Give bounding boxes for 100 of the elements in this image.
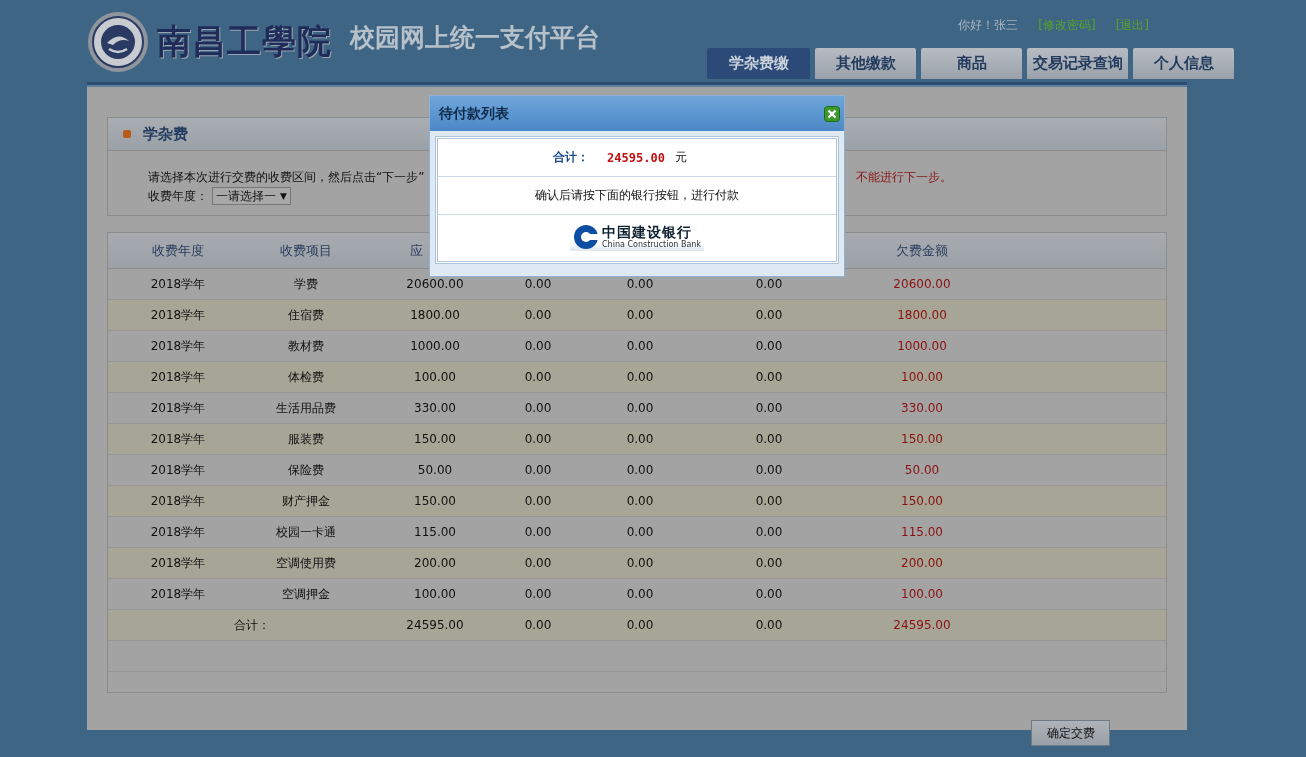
dialog-title: 待付款列表 [439, 104, 509, 123]
instruction-text: 请选择本次进行交费的收费区间，然后点击“下一步” [148, 169, 425, 186]
column-header: 收费年度 [151, 241, 205, 260]
table-cell-text: 2018学年 [149, 461, 207, 479]
table-cell-text: 2018学年 [149, 523, 207, 541]
table-cell-text: 0.00 [754, 524, 784, 541]
table-cell-text: 0.00 [625, 555, 655, 572]
table-cell-text: 0.00 [523, 369, 553, 386]
table-cell-text: 0.00 [523, 338, 553, 355]
table-cell-text: 0.00 [625, 431, 655, 448]
table-cell-text: 24595.00 [405, 617, 465, 634]
table-cell-text: 服装费 [287, 430, 325, 448]
table-cell-text: 0.00 [625, 338, 655, 355]
table-cell-text: 0.00 [625, 400, 655, 417]
table-cell-text: 0.00 [754, 338, 784, 355]
table-cell-text: 0.00 [523, 462, 553, 479]
table-cell-text: 0.00 [523, 617, 553, 634]
emblem-icon [87, 11, 149, 73]
table-cell-text: 150.00 [900, 431, 944, 448]
close-icon[interactable] [824, 105, 840, 122]
platform-title: 校园网上统一支付平台 [350, 21, 600, 54]
table-cell-text: 0.00 [523, 586, 553, 603]
table-cell-text: 0.00 [754, 462, 784, 479]
table-cell-text: 1800.00 [896, 307, 948, 324]
column-header: 应 [409, 241, 424, 260]
dialog-message: 确认后请按下面的银行按钮，进行付款 [535, 187, 739, 204]
school-name: 南昌工學院 [157, 20, 332, 63]
nav-tab[interactable]: 个人信息 [1133, 48, 1234, 79]
table-cell-text: 体检费 [287, 368, 325, 386]
table-cell-text: 0.00 [754, 555, 784, 572]
table-cell-text: 0.00 [523, 555, 553, 572]
nav-tab[interactable]: 交易记录查询 [1027, 48, 1128, 79]
table-cell-text: 0.00 [754, 493, 784, 510]
table-cell-text: 0.00 [523, 431, 553, 448]
table-cell-text: 0.00 [523, 493, 553, 510]
bank-button[interactable]: 中国建设银行 China Construction Bank [570, 223, 704, 251]
table-cell-text: 50.00 [416, 462, 454, 479]
greeting: 你好！张三 [958, 16, 1019, 34]
table-cell-text: 0.00 [625, 493, 655, 510]
year-select[interactable]: 一请选择一 ▼ [212, 187, 291, 205]
table-cell-text: 2018学年 [149, 275, 207, 293]
table-cell-text: 1800.00 [409, 307, 461, 324]
table-cell-text: 20600.00 [892, 276, 952, 293]
table-cell-text: 空调使用费 [275, 554, 337, 572]
table-cell-text: 330.00 [413, 400, 457, 417]
table-cell-text: 115.00 [900, 524, 944, 541]
table-cell-text: 24595.00 [892, 617, 952, 634]
bank-logo-icon [573, 224, 599, 250]
table-cell-text: 200.00 [413, 555, 457, 572]
table-cell-text: 0.00 [754, 431, 784, 448]
table-cell-text: 0.00 [523, 400, 553, 417]
table-cell-text: 20600.00 [405, 276, 465, 293]
table-cell-text: 2018学年 [149, 368, 207, 386]
nav-tab[interactable]: 商品 [921, 48, 1022, 79]
total-amount: 24595.00 [607, 150, 665, 165]
table-cell-text: 校园一卡通 [275, 523, 337, 541]
table-cell-text: 生活用品费 [275, 399, 337, 417]
table-cell-text: 100.00 [900, 369, 944, 386]
bank-name-english: China Construction Bank [602, 240, 701, 249]
total-label: 合计： [233, 616, 271, 634]
caret-icon: ▼ [280, 191, 287, 201]
table-cell-text: 330.00 [900, 400, 944, 417]
table-cell-text: 0.00 [754, 617, 784, 634]
table-cell-text: 0.00 [625, 462, 655, 479]
bank-name: 中国建设银行 [602, 225, 692, 240]
bullet-icon [123, 130, 131, 138]
table-cell-text: 保险费 [287, 461, 325, 479]
table-cell-text: 0.00 [625, 276, 655, 293]
field-label: 收费年度： [148, 187, 208, 205]
table-cell-text: 150.00 [413, 493, 457, 510]
table-cell-text: 学费 [293, 275, 319, 293]
table-cell-text: 0.00 [754, 369, 784, 386]
table-cell-text: 2018学年 [149, 306, 207, 324]
column-header: 欠费金额 [895, 241, 949, 260]
table-cell-text: 1000.00 [409, 338, 461, 355]
table-cell-text: 0.00 [523, 307, 553, 324]
table-cell-text: 200.00 [900, 555, 944, 572]
table-cell-text: 1000.00 [896, 338, 948, 355]
table-cell-text: 2018学年 [149, 554, 207, 572]
table-cell-text: 100.00 [413, 369, 457, 386]
table-cell-text: 2018学年 [149, 430, 207, 448]
section-title: 学杂费 [143, 124, 188, 144]
table-cell-text: 2018学年 [149, 337, 207, 355]
table-cell-text: 0.00 [625, 307, 655, 324]
table-cell-text: 财产押金 [281, 492, 331, 510]
table-cell-text: 0.00 [625, 586, 655, 603]
table-cell-text: 0.00 [523, 276, 553, 293]
table-cell-text: 0.00 [625, 369, 655, 386]
table-cell-text: 0.00 [625, 524, 655, 541]
table-cell-text: 50.00 [903, 462, 941, 479]
nav-tab[interactable]: 其他缴款 [815, 48, 916, 79]
table-cell-text: 150.00 [900, 493, 944, 510]
currency-unit: 元 [674, 149, 687, 166]
confirm-button[interactable]: 确定交费 [1031, 720, 1110, 746]
table-cell-text: 0.00 [523, 524, 553, 541]
table-cell-text: 100.00 [900, 586, 944, 603]
table-cell-text: 住宿费 [287, 306, 325, 324]
nav-tab[interactable]: 学杂费缴 [707, 48, 810, 79]
table-cell-text: 2018学年 [149, 585, 207, 603]
table-cell-text: 0.00 [625, 617, 655, 634]
